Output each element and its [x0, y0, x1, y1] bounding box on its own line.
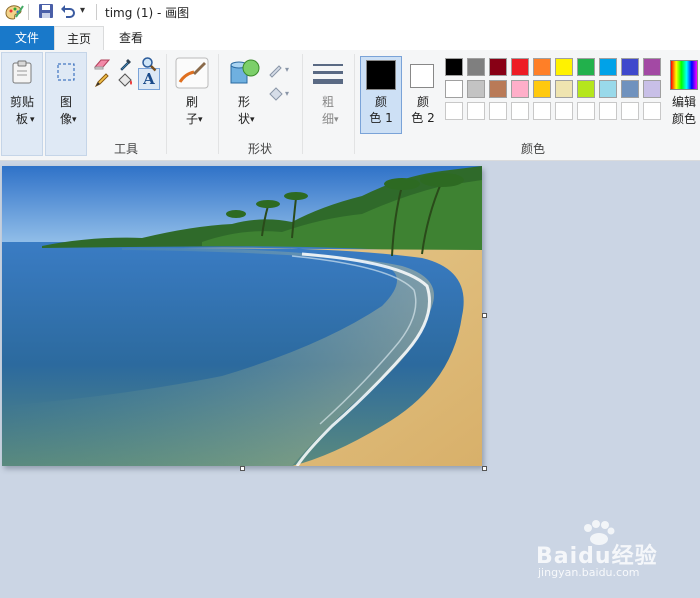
size-dropdown-icon[interactable]: ▾ [334, 112, 339, 128]
resize-handle-right[interactable] [482, 313, 487, 318]
palette-custom-slot[interactable] [577, 102, 595, 120]
beach-photo[interactable] [2, 166, 482, 466]
title-separator [28, 4, 29, 20]
select-icon[interactable] [52, 58, 80, 86]
edit-colors-button[interactable]: 编辑颜色 [668, 94, 700, 128]
palette-swatch[interactable] [467, 80, 485, 98]
size-label: 粗细 [321, 95, 334, 126]
beach-photo-svg [2, 166, 482, 466]
baidu-watermark: Baidu经验 jingyan.baidu.com [536, 520, 696, 584]
edit-colors-label: 编辑颜色 [671, 95, 696, 126]
title-bar: ▾ timg (1) - 画图 [0, 0, 700, 26]
magnifier-icon[interactable] [139, 54, 159, 74]
color2-label-line2: 色 2 [411, 111, 435, 125]
eraser-icon[interactable] [92, 54, 112, 74]
color1-label: 颜 色 1 [362, 94, 400, 126]
palette-swatch[interactable] [643, 80, 661, 98]
tools-group-label: 工具 [113, 142, 138, 156]
palette-swatch[interactable] [445, 58, 463, 76]
ribbon-tabs: 文件 主页 查看 [0, 26, 700, 51]
palette-custom-slot[interactable] [643, 102, 661, 120]
quick-access-dropdown-icon[interactable]: ▾ [80, 5, 85, 16]
shapes-button[interactable]: 形状 ▾ [228, 94, 260, 128]
palette-custom-slot[interactable] [511, 102, 529, 120]
brush-button[interactable]: 刷子 ▾ [176, 94, 208, 128]
palette-swatch[interactable] [445, 80, 463, 98]
palette-custom-slot[interactable] [555, 102, 573, 120]
group-separator-2 [218, 54, 219, 154]
palette-swatch[interactable] [599, 58, 617, 76]
palette-swatch[interactable] [467, 58, 485, 76]
color-palette [445, 58, 667, 124]
watermark-url: jingyan.baidu.com [538, 566, 640, 579]
colors-group-label: 颜色 [520, 142, 545, 156]
palette-swatch[interactable] [511, 80, 529, 98]
palette-custom-slot[interactable] [445, 102, 463, 120]
palette-swatch[interactable] [533, 80, 551, 98]
paint-app-icon[interactable] [4, 3, 24, 24]
image-label: 图像 [59, 95, 72, 126]
svg-text:▾: ▾ [285, 89, 289, 98]
resize-handle-corner[interactable] [482, 466, 487, 471]
tab-home[interactable]: 主页 [54, 26, 104, 51]
paste-dropdown-icon[interactable]: ▾ [30, 112, 35, 128]
palette-swatch[interactable] [621, 80, 639, 98]
resize-handle-bottom[interactable] [240, 466, 245, 471]
size-icon[interactable] [310, 60, 346, 90]
shapes-icon[interactable] [226, 56, 262, 90]
color1-label-line2: 色 1 [369, 111, 393, 125]
palette-custom-slot[interactable] [489, 102, 507, 120]
size-button[interactable]: 粗细 ▾ [310, 94, 346, 128]
ribbon-home: 剪贴板 ▾ 图像 ▾ A 工具 刷子 ▾ 形状 ▾ ▾ ▾ 形状 粗细 ▾ 颜 … [0, 50, 700, 161]
window-title: timg (1) - 画图 [105, 6, 190, 20]
color-picker-icon[interactable] [116, 54, 136, 74]
palette-custom-slot[interactable] [621, 102, 639, 120]
group-separator [166, 54, 167, 154]
brush-label: 刷子 [185, 95, 198, 126]
palette-swatch[interactable] [577, 80, 595, 98]
palette-swatch[interactable] [599, 80, 617, 98]
svg-text:▾: ▾ [285, 65, 289, 74]
tab-view[interactable]: 查看 [106, 26, 156, 50]
palette-custom-slot[interactable] [467, 102, 485, 120]
color1-label-line1: 颜 [374, 95, 387, 109]
palette-swatch[interactable] [555, 58, 573, 76]
group-separator-4 [354, 54, 355, 154]
color2-swatch[interactable] [410, 64, 434, 88]
palette-swatch[interactable] [555, 80, 573, 98]
shape-fill-icon[interactable]: ▾ [266, 84, 294, 104]
color2-label[interactable]: 颜 色 2 [404, 94, 442, 126]
palette-swatch[interactable] [489, 80, 507, 98]
shapes-dropdown-icon[interactable]: ▾ [250, 112, 255, 128]
brush-dropdown-icon[interactable]: ▾ [198, 112, 203, 128]
image-button[interactable]: 图像 ▾ [48, 94, 84, 128]
tab-file[interactable]: 文件 [0, 26, 54, 50]
edit-colors-icon[interactable] [670, 60, 698, 90]
undo-icon[interactable] [60, 3, 76, 22]
palette-custom-slot[interactable] [533, 102, 551, 120]
shapes-label: 形状 [237, 95, 250, 126]
group-separator-3 [302, 54, 303, 154]
paste-button[interactable]: 剪贴板 ▾ [4, 94, 40, 128]
brush-icon[interactable] [174, 56, 210, 90]
save-icon[interactable] [38, 3, 54, 22]
paste-icon[interactable] [7, 58, 37, 86]
outline-icon[interactable]: ▾ [266, 60, 294, 80]
color1-swatch [366, 60, 396, 90]
palette-swatch[interactable] [511, 58, 529, 76]
palette-swatch[interactable] [643, 58, 661, 76]
title-separator-2 [96, 4, 97, 20]
palette-swatch[interactable] [533, 58, 551, 76]
palette-swatch[interactable] [577, 58, 595, 76]
color2-label-line1: 颜 [416, 95, 429, 109]
palette-custom-slot[interactable] [599, 102, 617, 120]
image-dropdown-icon[interactable]: ▾ [72, 112, 77, 128]
palette-swatch[interactable] [489, 58, 507, 76]
palette-swatch[interactable] [621, 58, 639, 76]
shapes-group-label: 形状 [247, 142, 272, 156]
